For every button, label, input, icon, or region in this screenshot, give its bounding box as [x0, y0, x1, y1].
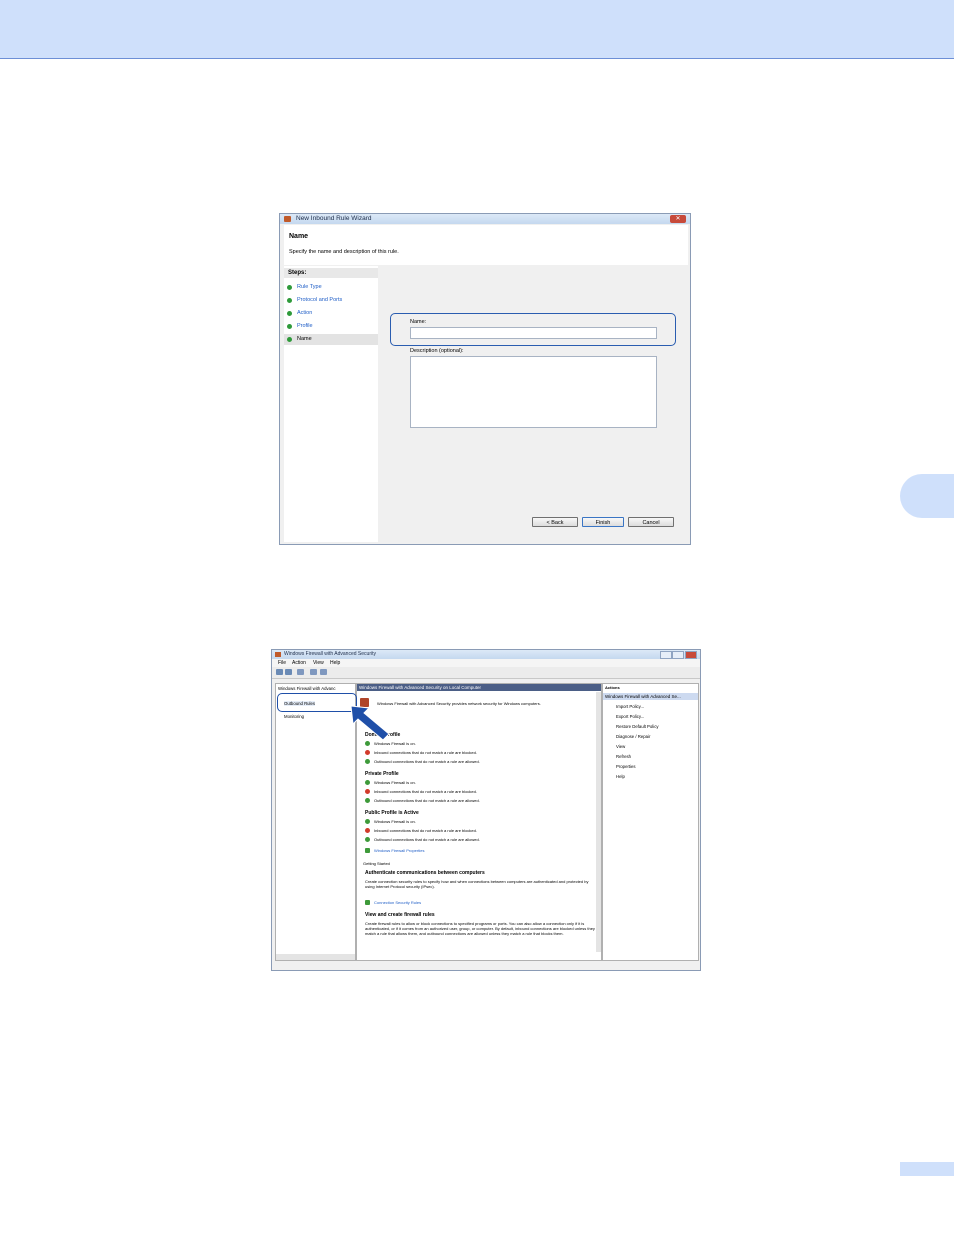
- step-profile[interactable]: Profile: [284, 321, 378, 332]
- close-icon[interactable]: [685, 651, 697, 659]
- action-view[interactable]: View: [616, 744, 625, 749]
- connection-security-rules-link[interactable]: Connection Security Rules: [365, 900, 421, 906]
- wizard-title: New Inbound Rule Wizard: [296, 215, 372, 222]
- step-done-icon: [287, 324, 292, 329]
- wizard-header: Name Specify the name and description of…: [284, 225, 688, 265]
- menu-action[interactable]: Action: [292, 660, 306, 666]
- block-icon: [365, 789, 370, 795]
- minimize-icon[interactable]: [660, 651, 672, 659]
- up-icon[interactable]: [297, 669, 304, 675]
- shield-check-icon: [365, 819, 370, 825]
- steps-label: Steps:: [284, 268, 378, 278]
- new-inbound-rule-wizard-window: New Inbound Rule Wizard ✕ Name Specify t…: [279, 213, 691, 545]
- menu-help[interactable]: Help: [330, 660, 340, 666]
- shield-check-icon: [365, 741, 370, 747]
- firewall-icon: [284, 216, 291, 222]
- name-input[interactable]: [410, 327, 657, 339]
- profile-line: Inbound connections that do not match a …: [365, 789, 477, 795]
- step-name[interactable]: Name: [284, 334, 378, 345]
- show-hide-icon[interactable]: [320, 669, 327, 675]
- action-refresh[interactable]: Refresh: [616, 754, 631, 759]
- step-current-icon: [287, 337, 292, 342]
- properties-icon: [365, 848, 370, 854]
- step-action[interactable]: Action: [284, 308, 378, 319]
- firewall-title-bar: Windows Firewall with Advanced Security: [272, 650, 700, 659]
- profile-line: Windows Firewall is on.: [365, 780, 416, 786]
- steps-panel: Steps: Rule Type Protocol and Ports Acti…: [284, 266, 378, 542]
- center-scrollbar[interactable]: [596, 692, 601, 952]
- actions-pane: Actions Windows Firewall with Advanced S…: [602, 683, 699, 961]
- back-button[interactable]: < Back: [532, 517, 578, 527]
- getting-started-header: Getting Started: [363, 861, 390, 866]
- allow-icon: [365, 798, 370, 804]
- firewall-title: Windows Firewall with Advanced Security: [284, 651, 376, 657]
- finish-button[interactable]: Finish: [582, 517, 624, 527]
- action-help[interactable]: Help: [616, 774, 625, 779]
- page-header-band: [0, 0, 954, 59]
- back-icon[interactable]: [276, 669, 283, 675]
- chapter-tab: [900, 474, 954, 518]
- auth-text: Create connection security rules to spec…: [365, 879, 589, 889]
- shield-check-icon: [365, 780, 370, 786]
- firewall-icon: [275, 652, 281, 657]
- actions-header: Actions: [605, 685, 620, 690]
- tree-pane: Windows Firewall with Advanc Outbound Ru…: [275, 683, 356, 961]
- center-pane-header: Windows Firewall with Advanced Security …: [357, 684, 601, 691]
- action-restore-default[interactable]: Restore Default Policy: [616, 724, 659, 729]
- private-profile-title: Private Profile: [365, 771, 399, 777]
- firewall-properties-link[interactable]: Windows Firewall Properties: [365, 848, 424, 854]
- center-pane: Windows Firewall with Advanced Security …: [356, 683, 602, 961]
- wizard-title-bar: New Inbound Rule Wizard ✕: [280, 214, 690, 224]
- tree-monitoring[interactable]: Monitoring: [284, 714, 304, 719]
- forward-icon[interactable]: [285, 669, 292, 675]
- menu-view[interactable]: View: [313, 660, 324, 666]
- allow-icon: [365, 837, 370, 843]
- profile-line: Windows Firewall is on.: [365, 819, 416, 825]
- page-number-tab: [900, 1162, 954, 1176]
- name-label: Name:: [410, 319, 427, 325]
- tree-scrollbar[interactable]: [276, 954, 355, 960]
- view-rules-text: Create firewall rules to allow or block …: [365, 921, 595, 936]
- step-protocol-and-ports[interactable]: Protocol and Ports: [284, 295, 378, 306]
- close-icon[interactable]: ✕: [670, 215, 686, 223]
- action-export-policy[interactable]: Export Policy...: [616, 714, 644, 719]
- rules-icon: [365, 900, 370, 906]
- overview-text: Windows Firewall with Advanced Security …: [377, 701, 541, 706]
- public-profile-title: Public Profile is Active: [365, 810, 419, 816]
- step-done-icon: [287, 285, 292, 290]
- step-done-icon: [287, 298, 292, 303]
- description-textarea[interactable]: [410, 356, 657, 428]
- wizard-subheading: Specify the name and description of this…: [289, 249, 399, 255]
- view-rules-title: View and create firewall rules: [365, 912, 435, 918]
- toolbar: [272, 667, 700, 679]
- action-import-policy[interactable]: Import Policy...: [616, 704, 644, 709]
- menu-file[interactable]: File: [278, 660, 286, 666]
- profile-line: Outbound connections that do not match a…: [365, 759, 480, 765]
- pointer-arrow-icon: [350, 705, 390, 741]
- profile-line: Inbound connections that do not match a …: [365, 828, 477, 834]
- allow-icon: [365, 759, 370, 765]
- step-rule-type[interactable]: Rule Type: [284, 282, 378, 293]
- block-icon: [365, 828, 370, 834]
- profile-line: Outbound connections that do not match a…: [365, 798, 480, 804]
- description-label: Description (optional):: [410, 348, 464, 354]
- tree-root[interactable]: Windows Firewall with Advanc: [278, 686, 336, 691]
- profile-line: Outbound connections that do not match a…: [365, 837, 480, 843]
- step-done-icon: [287, 311, 292, 316]
- profile-line: Inbound connections that do not match a …: [365, 750, 477, 756]
- help-icon[interactable]: [310, 669, 317, 675]
- wizard-heading: Name: [289, 233, 309, 240]
- menu-bar: File Action View Help: [272, 659, 700, 667]
- outbound-rules-highlight: [277, 693, 357, 712]
- action-properties[interactable]: Properties: [616, 764, 636, 769]
- auth-title: Authenticate communications between comp…: [365, 870, 485, 876]
- action-diagnose-repair[interactable]: Diagnose / Repair: [616, 734, 650, 739]
- cancel-button[interactable]: Cancel: [628, 517, 674, 527]
- maximize-icon[interactable]: [672, 651, 684, 659]
- block-icon: [365, 750, 370, 756]
- actions-subheader[interactable]: Windows Firewall with Advanced Se...: [603, 693, 698, 700]
